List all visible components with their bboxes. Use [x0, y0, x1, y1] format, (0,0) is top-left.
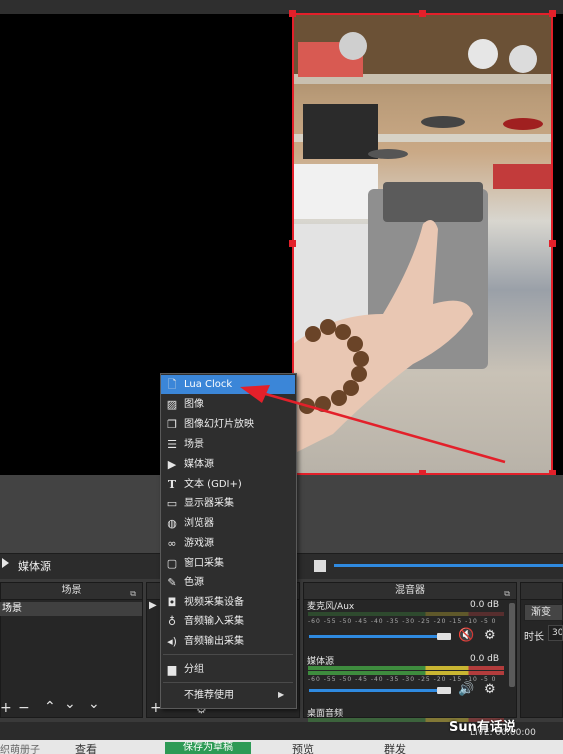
- preview-button[interactable]: 预览: [292, 741, 314, 754]
- menu-item-display-capture[interactable]: ▭ 显示器采集: [161, 494, 295, 513]
- chevron-right-icon: ▶: [278, 690, 285, 699]
- menu-item-deprecated-submenu[interactable]: 不推荐使用: [161, 686, 295, 705]
- move-scene-bottom-button[interactable]: ⌄: [88, 696, 100, 712]
- move-scene-down-button[interactable]: ⌄: [64, 696, 76, 712]
- menu-item-label: Lua Clock: [184, 379, 233, 390]
- menu-item-label: 图像幻灯片放映: [184, 419, 254, 430]
- menu-item-image[interactable]: ▨ 图像: [161, 395, 295, 414]
- bottom-left-text: 织萌册子: [0, 745, 40, 754]
- mixer-dock-label: 混音器: [395, 585, 425, 596]
- menu-item-group[interactable]: ▆ 分组: [161, 660, 295, 679]
- add-scene-button[interactable]: +: [0, 700, 12, 716]
- mixer-channel-db: 0.0 dB: [470, 654, 500, 664]
- menu-item-label: 色源: [184, 577, 204, 588]
- transition-select[interactable]: 渐变: [524, 604, 563, 621]
- play-icon[interactable]: [2, 558, 9, 568]
- gamepad-icon: ∞: [167, 537, 177, 550]
- menu-item-video-capture-device[interactable]: ◘ 视频采集设备: [161, 593, 295, 612]
- meter-scale-label: -60 -55 -50 -45 -40 -35 -30 -25 -20 -15 …: [308, 618, 497, 625]
- menu-item-audio-output-capture[interactable]: ◂) 音频输出采集: [161, 632, 295, 651]
- volume-slider-handle[interactable]: [437, 687, 451, 694]
- media-seek-slider[interactable]: [334, 564, 563, 567]
- volume-slider-track[interactable]: [309, 635, 449, 638]
- list-icon: ☰: [167, 438, 177, 451]
- duration-input[interactable]: 30: [548, 625, 563, 641]
- microphone-icon: ♁: [167, 615, 177, 628]
- current-source-name: 媒体源: [18, 560, 51, 573]
- image-icon: ▨: [166, 398, 178, 411]
- gear-icon[interactable]: ⚙: [484, 682, 496, 697]
- menu-item-label: 游戏源: [184, 538, 214, 549]
- speaker-icon[interactable]: 🔊: [458, 682, 474, 697]
- volume-slider-track[interactable]: [309, 689, 449, 692]
- play-icon: ▶: [167, 458, 177, 471]
- resize-handle-top-left[interactable]: [289, 10, 296, 17]
- menu-item-label: 浏览器: [184, 518, 214, 529]
- watermark: Sun有话说: [449, 720, 516, 735]
- menu-item-lua-clock[interactable]: 🗋 Lua Clock: [161, 375, 295, 394]
- audio-level-meter: [308, 671, 504, 675]
- duration-label: 时长: [524, 632, 544, 643]
- menu-item-label: 文本 (GDI+): [184, 479, 242, 490]
- mixer-scrollbar[interactable]: [509, 603, 515, 687]
- volume-slider-handle[interactable]: [437, 633, 451, 640]
- speaker-muted-icon[interactable]: 🔇: [458, 628, 474, 643]
- menu-item-audio-input-capture[interactable]: ♁ 音频输入采集: [161, 612, 295, 631]
- mixer-channel-name: 麦克风/Aux: [307, 602, 355, 612]
- menu-item-label: 媒体源: [184, 459, 214, 470]
- gear-icon[interactable]: ⚙: [484, 628, 496, 643]
- menu-item-text-gdi[interactable]: T 文本 (GDI+): [161, 475, 295, 494]
- folder-icon: ▆: [167, 663, 177, 676]
- mixer-channel-db: 0.0 dB: [470, 600, 500, 610]
- menu-item-label: 分组: [184, 664, 204, 675]
- menu-item-media-source[interactable]: ▶ 媒体源: [161, 455, 295, 474]
- menu-item-label: 图像: [184, 399, 204, 410]
- audio-level-meter: [308, 666, 504, 670]
- menu-item-label: 显示器采集: [184, 498, 234, 509]
- resize-handle-middle-left[interactable]: [289, 240, 296, 247]
- save-draft-button[interactable]: 保存为草稿: [165, 742, 251, 754]
- resize-handle-top-right[interactable]: [549, 10, 556, 17]
- resize-handle-top-center[interactable]: [419, 10, 426, 17]
- menu-item-browser[interactable]: ◍ 浏览器: [161, 514, 295, 533]
- selection-bounding-box[interactable]: [292, 13, 553, 475]
- stop-button[interactable]: [314, 560, 326, 572]
- globe-icon: ◍: [167, 517, 177, 530]
- menu-item-window-capture[interactable]: ▢ 窗口采集: [161, 554, 295, 573]
- menu-item-game-capture[interactable]: ∞ 游戏源: [161, 534, 295, 553]
- menu-item-label: 场景: [184, 439, 204, 450]
- menu-item-label: 音频输出采集: [184, 636, 244, 647]
- scenes-dock-label: 场景: [61, 585, 82, 596]
- menu-item-label: 音频输入采集: [184, 616, 244, 627]
- top-strip: [0, 0, 563, 14]
- window-icon: ▢: [166, 557, 178, 570]
- meter-scale-label: -60 -55 -50 -45 -40 -35 -30 -25 -20 -15 …: [308, 676, 497, 683]
- view-tab[interactable]: 查看: [75, 741, 97, 754]
- scenes-dock-title: 场景 ⧉: [0, 582, 143, 600]
- menu-item-image-slideshow[interactable]: ❐ 图像幻灯片放映: [161, 415, 295, 434]
- audio-level-meter: [308, 612, 504, 616]
- menu-item-color-source[interactable]: ✎ 色源: [161, 573, 295, 592]
- remove-scene-button[interactable]: −: [18, 700, 30, 716]
- source-item-play-icon: ▶: [149, 600, 157, 611]
- resize-handle-middle-right[interactable]: [549, 240, 556, 247]
- menu-separator: [163, 654, 293, 655]
- mixer-dock-title: 混音器 ⧉: [303, 582, 517, 600]
- text-icon: T: [167, 478, 177, 491]
- menu-separator: [163, 682, 293, 683]
- menu-item-label: 窗口采集: [184, 558, 224, 569]
- menu-item-label: 视频采集设备: [184, 597, 244, 608]
- speaker-icon: ◂): [167, 635, 177, 648]
- camera-icon: ◘: [167, 596, 177, 609]
- menu-item-label: 不推荐使用: [184, 690, 234, 701]
- scene-list-item[interactable]: 场景: [0, 602, 142, 616]
- monitor-icon: ▭: [166, 497, 178, 510]
- file-icon: 🗋: [167, 378, 177, 391]
- slideshow-icon: ❐: [167, 418, 177, 431]
- brush-icon: ✎: [167, 576, 177, 589]
- menu-item-scene[interactable]: ☰ 场景: [161, 435, 295, 454]
- move-scene-up-button[interactable]: ⌃: [44, 699, 56, 715]
- transitions-dock-title: [520, 582, 563, 600]
- publish-button[interactable]: 群发: [384, 741, 406, 754]
